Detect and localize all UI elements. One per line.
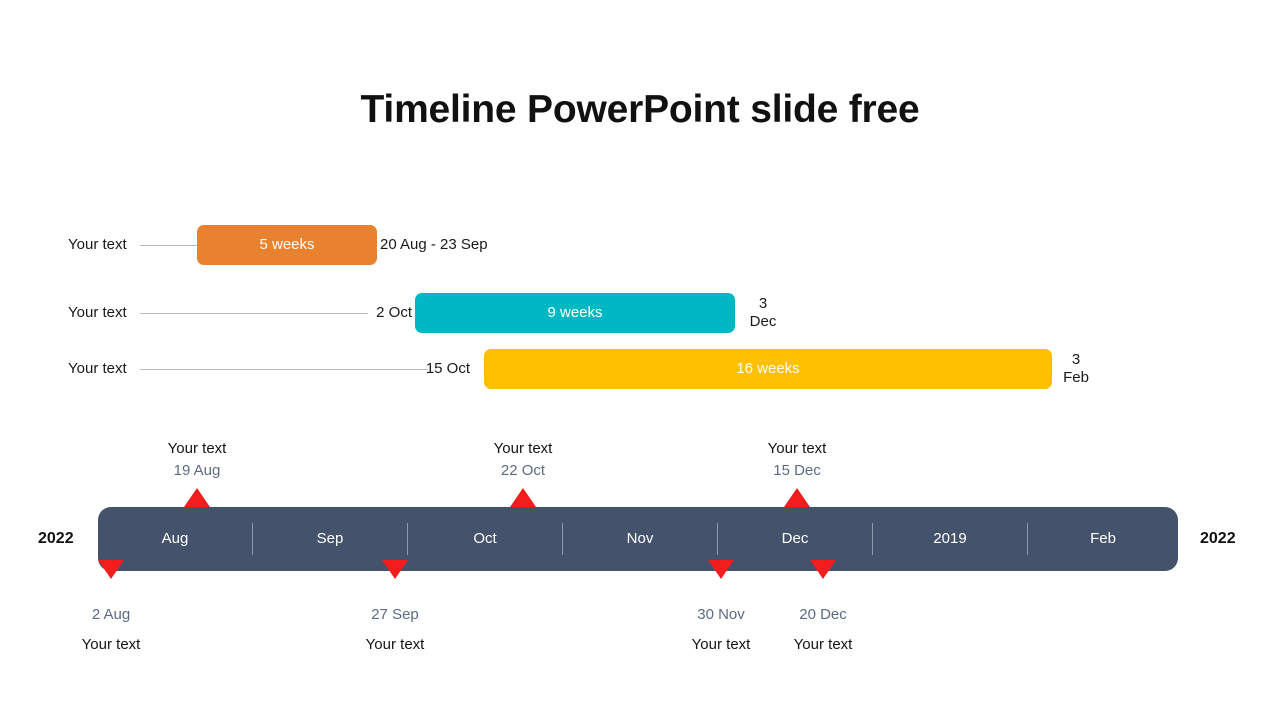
milestone-title: Your text (167, 440, 227, 457)
milestone-marker-below[interactable]: 20 Dec Your text (743, 560, 903, 656)
milestone-title: Your text (365, 636, 425, 653)
gantt-row: Your text 5 weeks 20 Aug - 23 Sep (0, 225, 1280, 265)
gantt-connector-line (140, 245, 198, 246)
gantt-end-date-month: Dec (749, 313, 777, 330)
milestone-date: 27 Sep (371, 606, 419, 623)
axis-year-end: 2022 (1200, 530, 1236, 547)
gantt-end-date-day: 3 (758, 295, 768, 312)
milestone-title: Your text (793, 636, 853, 653)
axis-segment-5[interactable]: Dec (718, 507, 872, 571)
triangle-down-icon (98, 560, 124, 579)
gantt-end-date-month: Feb (1063, 369, 1089, 386)
axis-segment-7[interactable]: Feb (1028, 507, 1178, 571)
milestone-title: Your text (81, 636, 141, 653)
milestone-date: 22 Oct (500, 462, 546, 479)
milestone-date: 20 Dec (799, 606, 847, 623)
gantt-bar-yellow[interactable]: 16 weeks (484, 349, 1052, 389)
milestone-title: Your text (493, 440, 553, 457)
timeline-slide: Timeline PowerPoint slide free Your text… (0, 0, 1280, 720)
triangle-up-icon (184, 488, 210, 507)
milestone-date: 15 Dec (773, 462, 821, 479)
milestone-date: 2 Aug (91, 606, 131, 623)
gantt-row-label: Your text (68, 304, 127, 321)
gantt-start-date: 2 Oct (376, 304, 412, 321)
axis-segment-4[interactable]: Nov (563, 507, 717, 571)
triangle-down-icon (382, 560, 408, 579)
triangle-up-icon (784, 488, 810, 507)
milestone-marker-above[interactable]: Your text 22 Oct (443, 438, 603, 507)
timeline-axis-bar: Aug Sep Oct Nov Dec 2019 Feb (98, 507, 1178, 571)
milestone-marker-below[interactable]: 2 Aug Your text (31, 560, 191, 656)
gantt-row: Your text 15 Oct 16 weeks 3 Feb (0, 349, 1280, 389)
triangle-down-icon (708, 560, 734, 579)
gantt-bar-orange[interactable]: 5 weeks (197, 225, 377, 265)
triangle-up-icon (510, 488, 536, 507)
gantt-start-date: 15 Oct (425, 360, 470, 377)
milestone-date: 19 Aug (173, 462, 221, 479)
gantt-end-date: 20 Aug - 23 Sep (380, 236, 488, 253)
gantt-bar-teal[interactable]: 9 weeks (415, 293, 735, 333)
milestone-marker-above[interactable]: Your text 15 Dec (717, 438, 877, 507)
gantt-end-date-day: 3 (1071, 351, 1081, 368)
gantt-end-date: 3 Feb (1050, 351, 1102, 387)
gantt-row-label: Your text (68, 360, 127, 377)
axis-year-start: 2022 (38, 530, 74, 547)
page-title: Timeline PowerPoint slide free (360, 88, 920, 131)
milestone-title: Your text (767, 440, 827, 457)
gantt-row-label: Your text (68, 236, 127, 253)
milestone-marker-below[interactable]: 27 Sep Your text (315, 560, 475, 656)
axis-segment-6[interactable]: 2019 (873, 507, 1027, 571)
triangle-down-icon (810, 560, 836, 579)
axis-segment-3[interactable]: Oct (408, 507, 562, 571)
milestone-marker-above[interactable]: Your text 19 Aug (117, 438, 277, 507)
gantt-end-date: 3 Dec (737, 295, 789, 331)
gantt-row: Your text 2 Oct 9 weeks 3 Dec (0, 293, 1280, 333)
